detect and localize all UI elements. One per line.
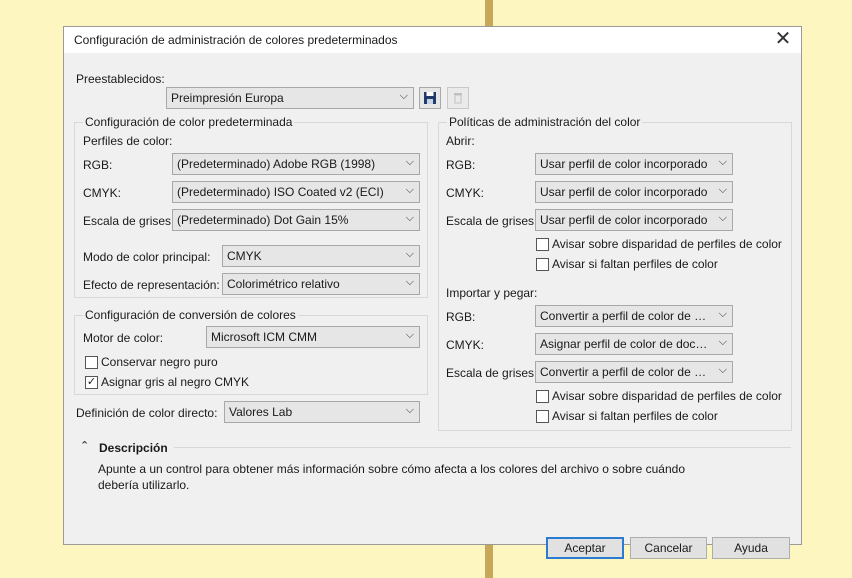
dialog-title: Configuración de administración de color…: [74, 33, 398, 47]
open-cmyk-label: CMYK:: [446, 186, 485, 200]
map-gray-to-black-label: Asignar gris al negro CMYK: [101, 375, 250, 389]
dialog-body: Preestablecidos: Preimpresión Europa ⌵ Co…: [64, 53, 801, 559]
spot-color-label: Definición de color directo:: [76, 406, 218, 420]
open-rgb-policy-value: Usar perfil de color incorporado: [540, 157, 708, 171]
import-rgb-policy-value: Convertir a perfil de color de d...: [540, 309, 711, 323]
preserve-pure-black-label: Conservar negro puro: [101, 355, 218, 369]
policies-group-title: Políticas de administración del color: [447, 115, 643, 129]
grayscale-profile-value: (Predeterminado) Dot Gain 15%: [177, 213, 349, 227]
background-stripe-top: [485, 0, 493, 26]
import-heading: Importar y pegar:: [446, 286, 538, 300]
cmyk-profile-value: (Predeterminado) ISO Coated v2 (ECI): [177, 185, 384, 199]
import-warn-missing-checkbox[interactable]: [536, 410, 549, 423]
default-color-group-title: Configuración de color predeterminada: [83, 115, 295, 129]
save-icon: [424, 92, 436, 104]
delete-preset-button[interactable]: [447, 87, 469, 109]
chevron-down-icon: ⌵: [405, 276, 414, 288]
description-divider: [174, 447, 791, 448]
chevron-down-icon: ⌵: [399, 90, 408, 102]
rendering-intent-value: Colorimétrico relativo: [227, 277, 340, 291]
import-grayscale-label: Escala de grises:: [446, 366, 538, 380]
color-engine-label: Motor de color:: [83, 331, 164, 345]
rgb-profile-label: RGB:: [83, 158, 113, 172]
primary-color-mode-dropdown[interactable]: CMYK ⌵: [222, 245, 420, 267]
chevron-down-icon: ⌵: [718, 212, 727, 224]
open-grayscale-policy-value: Usar perfil de color incorporado: [540, 213, 708, 227]
import-warn-mismatch-label: Avisar sobre disparidad de perfiles de c…: [552, 389, 782, 403]
chevron-down-icon: ⌵: [718, 364, 727, 376]
color-engine-value: Microsoft ICM CMM: [211, 330, 317, 344]
presets-dropdown[interactable]: Preimpresión Europa ⌵: [166, 87, 414, 109]
open-grayscale-label: Escala de grises:: [446, 214, 538, 228]
open-grayscale-policy-dropdown[interactable]: Usar perfil de color incorporado ⌵: [535, 209, 733, 231]
open-warn-missing-checkbox[interactable]: [536, 258, 549, 271]
open-cmyk-policy-value: Usar perfil de color incorporado: [540, 185, 708, 199]
title-bar: Configuración de administración de color…: [64, 27, 801, 53]
close-button[interactable]: ✕: [771, 28, 795, 50]
chevron-down-icon: ⌵: [718, 184, 727, 196]
rgb-profile-value: (Predeterminado) Adobe RGB (1998): [177, 157, 376, 171]
ok-button[interactable]: Aceptar: [546, 537, 624, 559]
chevron-down-icon: ⌵: [405, 329, 414, 341]
close-icon: ✕: [774, 28, 792, 50]
grayscale-profile-label: Escala de grises:: [83, 214, 175, 228]
rgb-profile-dropdown[interactable]: (Predeterminado) Adobe RGB (1998) ⌵: [172, 153, 420, 175]
presets-value: Preimpresión Europa: [171, 91, 284, 105]
checkmark-icon: ✓: [86, 376, 97, 388]
import-warn-missing-label: Avisar si faltan perfiles de color: [552, 409, 718, 423]
chevron-down-icon: ⌵: [405, 212, 414, 224]
chevron-down-icon: ⌵: [718, 308, 727, 320]
background-stripe-bottom: [485, 545, 493, 578]
import-cmyk-label: CMYK:: [446, 338, 485, 352]
cancel-button[interactable]: Cancelar: [630, 537, 707, 559]
collapse-description-icon[interactable]: ⌃: [80, 439, 89, 452]
color-management-dialog: Configuración de administración de color…: [63, 26, 802, 559]
import-rgb-label: RGB:: [446, 310, 476, 324]
import-grayscale-policy-value: Convertir a perfil de color de d...: [540, 365, 711, 379]
chevron-down-icon: ⌵: [718, 156, 727, 168]
spot-color-dropdown[interactable]: Valores Lab ⌵: [224, 401, 420, 423]
import-grayscale-policy-dropdown[interactable]: Convertir a perfil de color de d... ⌵: [535, 361, 733, 383]
open-rgb-label: RGB:: [446, 158, 476, 172]
rendering-intent-dropdown[interactable]: Colorimétrico relativo ⌵: [222, 273, 420, 295]
open-warn-mismatch-label: Avisar sobre disparidad de perfiles de c…: [552, 237, 782, 251]
chevron-down-icon: ⌵: [405, 156, 414, 168]
conversion-group-title: Configuración de conversión de colores: [83, 308, 298, 322]
open-warn-missing-label: Avisar si faltan perfiles de color: [552, 257, 718, 271]
cmyk-profile-dropdown[interactable]: (Predeterminado) ISO Coated v2 (ECI) ⌵: [172, 181, 420, 203]
open-heading: Abrir:: [446, 134, 475, 148]
chevron-down-icon: ⌵: [405, 184, 414, 196]
save-preset-button[interactable]: [419, 87, 441, 109]
trash-icon: [454, 93, 462, 104]
open-rgb-policy-dropdown[interactable]: Usar perfil de color incorporado ⌵: [535, 153, 733, 175]
color-engine-dropdown[interactable]: Microsoft ICM CMM ⌵: [206, 326, 420, 348]
open-warn-mismatch-checkbox[interactable]: [536, 238, 549, 251]
preserve-pure-black-checkbox[interactable]: [85, 356, 98, 369]
presets-label: Preestablecidos:: [76, 72, 165, 86]
primary-color-mode-value: CMYK: [227, 249, 262, 263]
cmyk-profile-label: CMYK:: [83, 186, 122, 200]
description-heading: Descripción: [99, 441, 168, 455]
description-text: Apunte a un control para obtener más inf…: [98, 462, 686, 492]
color-profiles-label: Perfiles de color:: [83, 134, 173, 148]
open-cmyk-policy-dropdown[interactable]: Usar perfil de color incorporado ⌵: [535, 181, 733, 203]
import-rgb-policy-dropdown[interactable]: Convertir a perfil de color de d... ⌵: [535, 305, 733, 327]
help-button[interactable]: Ayuda: [712, 537, 790, 559]
map-gray-to-black-checkbox[interactable]: ✓: [85, 376, 98, 389]
chevron-down-icon: ⌵: [718, 336, 727, 348]
rendering-intent-label: Efecto de representación:: [83, 278, 220, 292]
import-warn-mismatch-checkbox[interactable]: [536, 390, 549, 403]
chevron-down-icon: ⌵: [405, 248, 414, 260]
import-cmyk-policy-dropdown[interactable]: Asignar perfil de color de docu... ⌵: [535, 333, 733, 355]
chevron-down-icon: ⌵: [405, 404, 414, 416]
import-cmyk-policy-value: Asignar perfil de color de docu...: [540, 337, 713, 351]
grayscale-profile-dropdown[interactable]: (Predeterminado) Dot Gain 15% ⌵: [172, 209, 420, 231]
primary-color-mode-label: Modo de color principal:: [83, 250, 211, 264]
spot-color-value: Valores Lab: [229, 405, 293, 419]
